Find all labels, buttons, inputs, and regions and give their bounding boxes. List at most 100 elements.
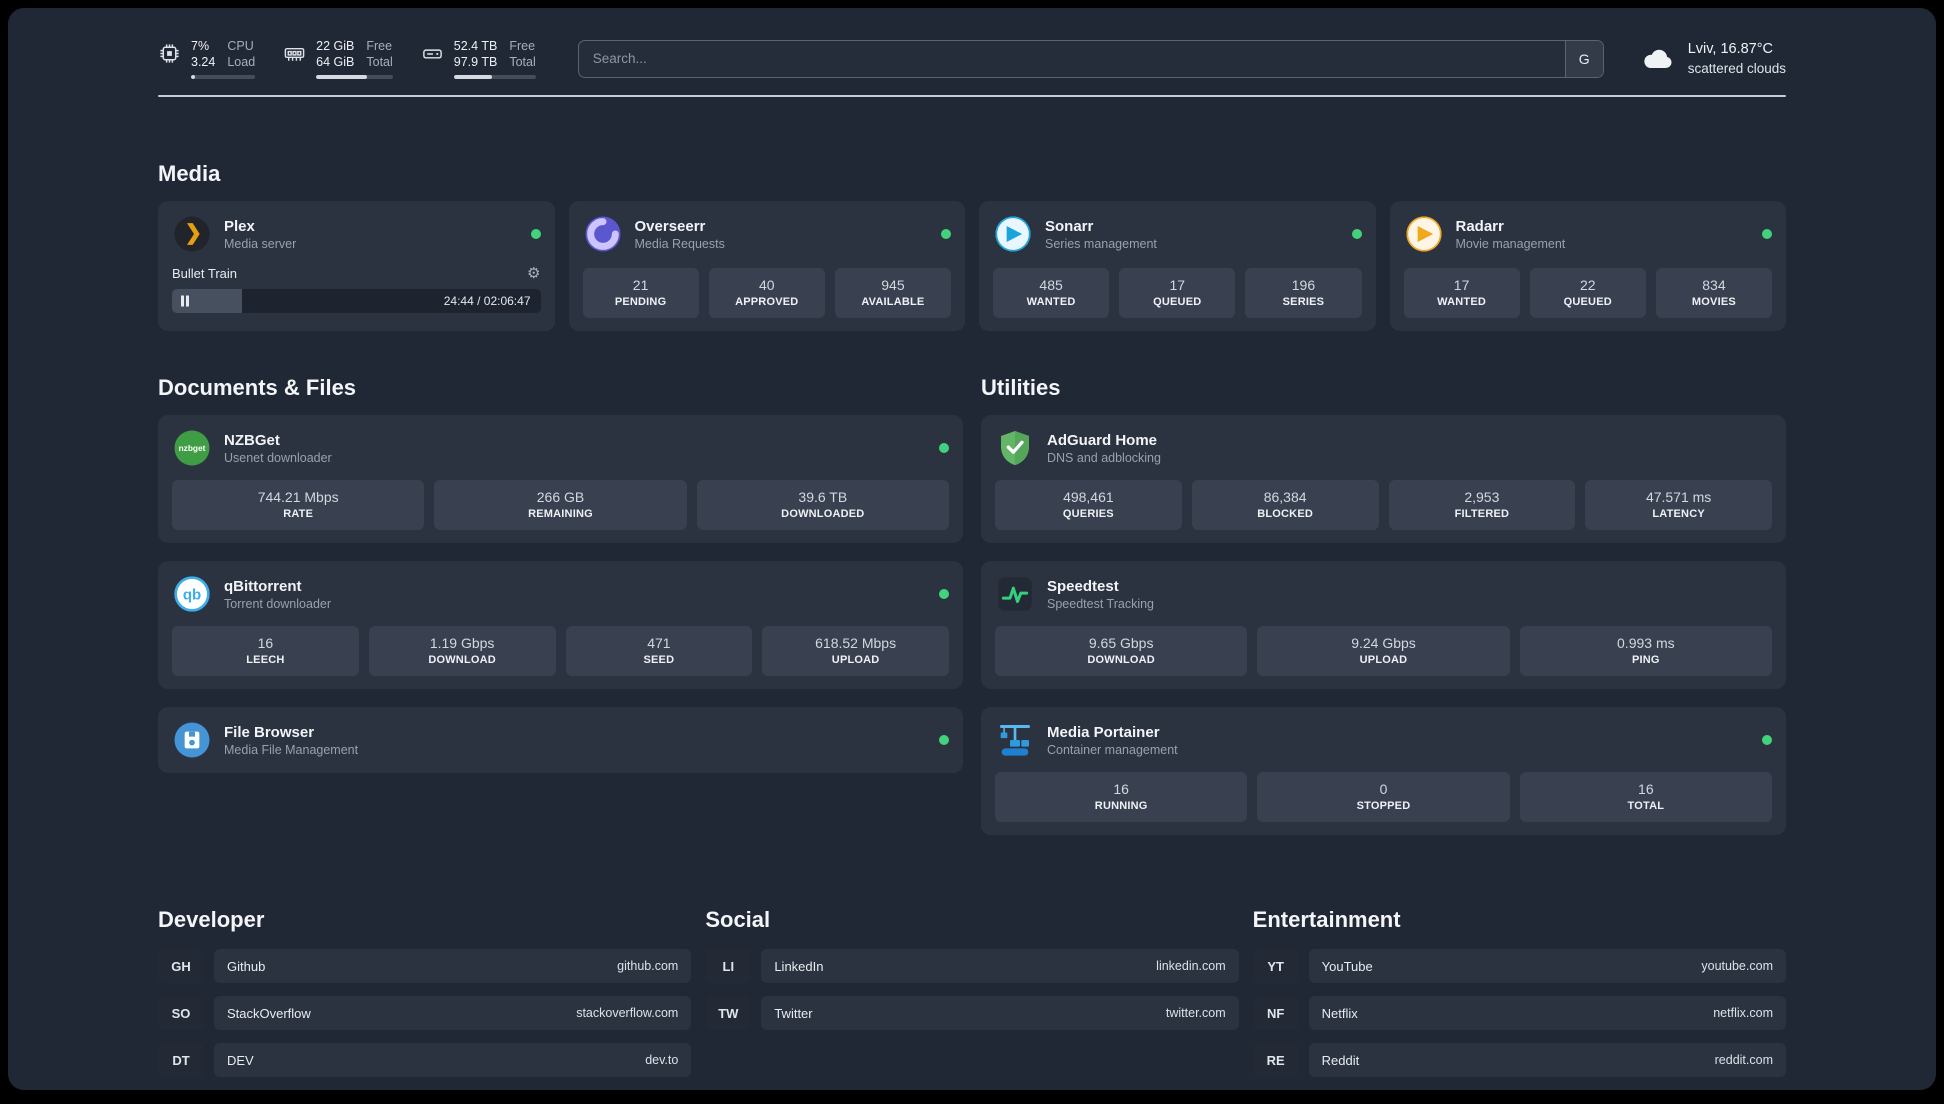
stat-tile: 40 APPROVED <box>708 268 825 318</box>
bookmark-name: YouTube <box>1321 958 1373 974</box>
media-heading: Media <box>158 161 221 186</box>
memory-label-2: Total <box>366 55 393 69</box>
app-card-portainer[interactable]: Media Portainer Container management 16 R… <box>981 707 1786 835</box>
app-subtitle: Media Requests <box>634 236 725 251</box>
app-title: Sonarr <box>1045 217 1094 235</box>
app-title: File Browser <box>224 723 315 741</box>
topbar-divider <box>158 95 1786 97</box>
svg-text:nzbget: nzbget <box>179 443 206 453</box>
disk-free: 52.4 TB <box>453 39 498 53</box>
bookmark-url: netflix.com <box>1713 1006 1773 1020</box>
bookmark-linkedin[interactable]: LI LinkedIn linkedin.com <box>705 949 1239 983</box>
stat-tile: 498,461 QUERIES <box>995 480 1182 530</box>
app-subtitle: Media server <box>224 236 297 251</box>
app-card-plex[interactable]: Plex Media server Bullet Train ⚙ 24:44 /… <box>158 201 555 331</box>
gear-icon[interactable]: ⚙ <box>527 266 540 281</box>
bookmark-github[interactable]: GH Github github.com <box>158 949 692 983</box>
disk-total: 97.9 TB <box>453 55 498 69</box>
app-title: Speedtest <box>1047 577 1119 595</box>
bookmark-youtube[interactable]: YT YouTube youtube.com <box>1252 949 1786 983</box>
disk-label-1: Free <box>509 39 536 53</box>
plex-icon <box>172 214 212 254</box>
cpu-progress-bar <box>191 75 256 79</box>
stat-tile: 16 LEECH <box>172 626 359 676</box>
bookmark-url: linkedin.com <box>1156 959 1226 973</box>
stat-tile: 1.19 Gbps DOWNLOAD <box>368 626 556 676</box>
app-card-overseerr[interactable]: Overseerr Media Requests 21 PENDING 40 APP… <box>568 201 965 331</box>
bookmark-stackoverflow[interactable]: SO StackOverflow stackoverflow.com <box>158 996 692 1030</box>
status-dot <box>939 735 949 745</box>
bookmark-twitter[interactable]: TW Twitter twitter.com <box>705 996 1239 1030</box>
google-search-button[interactable]: G <box>1564 40 1603 77</box>
bookmark-netflix[interactable]: NF Netflix netflix.com <box>1252 996 1786 1030</box>
bookmark-abbr: RE <box>1252 1043 1299 1077</box>
bookmark-reddit[interactable]: RE Reddit reddit.com <box>1252 1043 1786 1077</box>
disk-label-2: Total <box>509 55 536 69</box>
disk-widget: 52.4 TB 97.9 TB Free Total <box>421 38 536 79</box>
nzbget-icon: nzbget <box>172 428 212 468</box>
status-dot <box>941 229 951 239</box>
bookmark-bar: Reddit reddit.com <box>1308 1043 1786 1077</box>
documents-heading: Documents & Files <box>158 375 357 400</box>
plex-now-playing: Bullet Train ⚙ 24:44 / 02:06:47 <box>172 266 541 313</box>
pause-icon[interactable] <box>181 295 189 307</box>
status-dot <box>1351 229 1362 239</box>
bookmark-url: dev.to <box>645 1053 679 1067</box>
bookmark-abbr: SO <box>158 996 204 1030</box>
weather-location: Lviv, 16.87°C <box>1687 40 1774 57</box>
cpu-label-2: Load <box>227 55 256 69</box>
stat-tile: 16 RUNNING <box>995 772 1248 822</box>
search-input[interactable] <box>578 40 1565 77</box>
bookmark-bar: YouTube youtube.com <box>1308 949 1786 983</box>
stat-tile: 266 GB REMAINING <box>434 480 687 530</box>
app-title: Media Portainer <box>1047 723 1160 741</box>
bookmark-name: StackOverflow <box>227 1005 311 1021</box>
playback-progress-bar[interactable]: 24:44 / 02:06:47 <box>172 289 541 313</box>
app-card-adguard[interactable]: AdGuard Home DNS and adblocking 498,461 Q… <box>981 415 1786 543</box>
bookmark-name: DEV <box>227 1052 254 1068</box>
app-subtitle: DNS and adblocking <box>1047 450 1161 465</box>
stat-tile: 86,384 BLOCKED <box>1191 480 1379 530</box>
stat-tile: 945 AVAILABLE <box>834 268 952 318</box>
bookmark-dev[interactable]: DT DEV dev.to <box>158 1043 692 1077</box>
app-card-sonarr[interactable]: Sonarr Series management 485 WANTED 17 QUE… <box>979 201 1376 331</box>
app-title: NZBGet <box>224 431 280 449</box>
cloud-icon <box>1640 45 1676 73</box>
search-bar: G <box>577 39 1604 78</box>
disk-progress-bar <box>453 75 536 79</box>
memory-progress-bar <box>316 75 393 79</box>
stat-tile: 0.993 ms PING <box>1519 626 1772 676</box>
bookmark-name: Netflix <box>1321 1005 1358 1021</box>
app-card-filebrowser[interactable]: File Browser Media File Management <box>158 707 963 773</box>
svg-text:qb: qb <box>183 587 201 604</box>
section-utilities: Utilities AdGuard Home DNS and adblockin… <box>981 375 1786 835</box>
app-subtitle: Usenet downloader <box>224 450 332 465</box>
stat-tile: 744.21 Mbps RATE <box>172 480 425 530</box>
app-subtitle: Container management <box>1047 742 1178 757</box>
app-card-speedtest[interactable]: Speedtest Speedtest Tracking 9.65 Gbps DO… <box>981 561 1786 689</box>
bookmark-bar: LinkedIn linkedin.com <box>761 949 1239 983</box>
social-heading: Social <box>705 907 771 932</box>
app-subtitle: Torrent downloader <box>224 596 332 611</box>
bookmark-abbr: NF <box>1252 996 1299 1030</box>
qbittorrent-icon: qb <box>172 574 212 614</box>
bookmark-url: youtube.com <box>1701 959 1773 973</box>
cpu-icon <box>158 42 181 65</box>
section-entertainment: Entertainment YT YouTube youtube.com NF … <box>1252 907 1786 1077</box>
status-dot <box>530 229 541 239</box>
memory-label-1: Free <box>366 39 393 53</box>
status-dot <box>939 443 949 453</box>
disk-icon <box>421 42 444 65</box>
bookmark-abbr: DT <box>158 1043 204 1077</box>
stat-tile: 39.6 TB DOWNLOADED <box>696 480 949 530</box>
now-playing-title: Bullet Train <box>172 266 238 281</box>
memory-icon <box>283 42 306 65</box>
app-subtitle: Media File Management <box>224 742 359 757</box>
app-card-radarr[interactable]: Radarr Movie management 17 WANTED 22 QUEUE… <box>1389 201 1786 331</box>
speedtest-icon <box>995 574 1035 614</box>
app-card-nzbget[interactable]: nzbget NZBGet Usenet downloader 744.21 M… <box>158 415 963 543</box>
app-card-qbittorrent[interactable]: qb qBittorrent Torrent downloader 16 LEEC… <box>158 561 963 689</box>
app-title: qBittorrent <box>224 577 302 595</box>
bookmark-name: Reddit <box>1321 1052 1360 1068</box>
section-documents: Documents & Files nzbget NZBGet Usenet d… <box>158 375 963 773</box>
